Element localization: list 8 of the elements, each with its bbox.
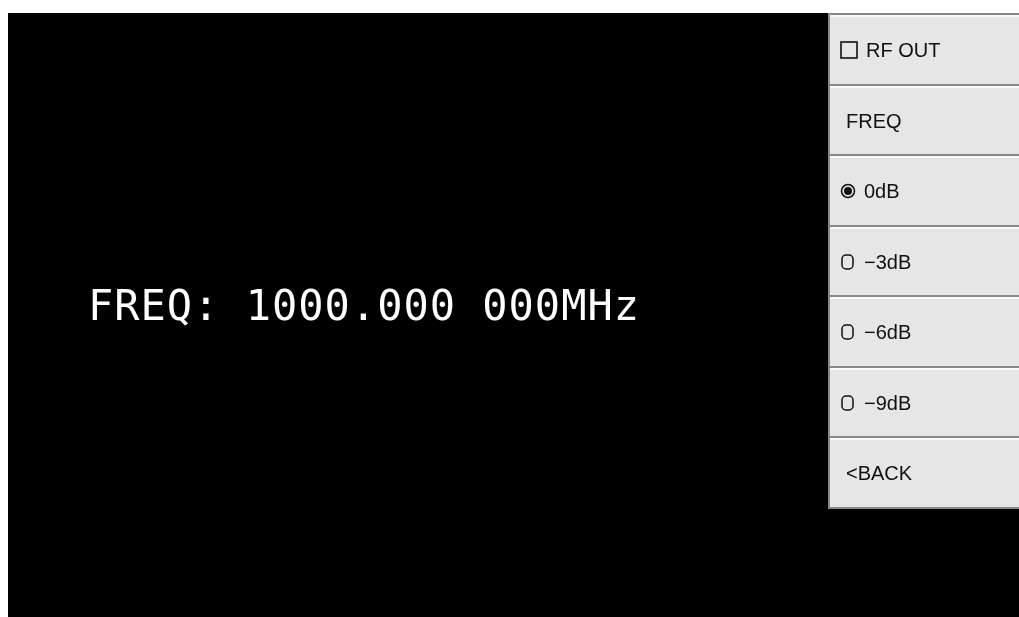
- level-option[interactable]: −3dB: [830, 226, 1019, 295]
- level-option[interactable]: −9dB: [830, 367, 1019, 436]
- menu-button[interactable]: <BACK: [830, 438, 1019, 507]
- level-option[interactable]: −6dB: [830, 297, 1019, 366]
- level-option[interactable]: 0dB: [830, 156, 1019, 225]
- rf-out-toggle[interactable]: RF OUT: [830, 15, 1019, 84]
- frequency-readout: FREQ: 1000.000 000MHz: [88, 279, 640, 332]
- menu-button[interactable]: FREQ: [830, 85, 1019, 154]
